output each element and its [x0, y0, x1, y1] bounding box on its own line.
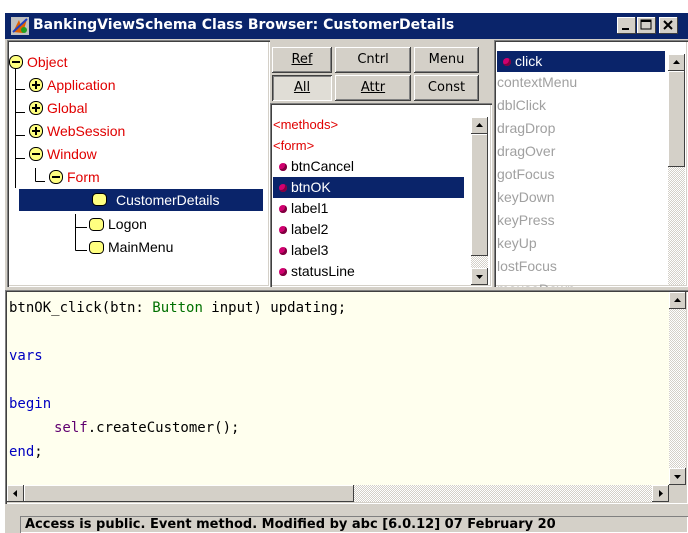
list-item[interactable]: <form> — [273, 135, 314, 156]
collapse-icon — [49, 170, 63, 184]
arrow-down-icon — [674, 475, 681, 479]
event-item[interactable]: dragOver — [497, 141, 555, 162]
scroll-up-button[interactable] — [471, 117, 488, 134]
ref-button[interactable]: Ref — [272, 47, 332, 73]
event-item[interactable]: keyPress — [497, 210, 555, 231]
arrow-up-icon — [476, 123, 483, 127]
method-icon — [503, 58, 511, 66]
method-icon — [279, 163, 287, 171]
collapse-icon — [29, 147, 43, 161]
title-bar[interactable]: BankingViewSchema Class Browser: Custome… — [5, 13, 688, 39]
arrow-right-icon — [659, 490, 663, 497]
event-item[interactable]: keyUp — [497, 233, 537, 254]
method-icon — [279, 247, 287, 255]
class-node-icon — [89, 218, 104, 231]
minimize-icon — [622, 28, 629, 30]
menu-button[interactable]: Menu — [414, 47, 479, 73]
member-list-scrollbar[interactable] — [471, 117, 488, 285]
scroll-left-button[interactable] — [7, 485, 24, 502]
event-item[interactable]: contextMenu — [497, 72, 577, 93]
scroll-up-button[interactable] — [668, 54, 685, 71]
event-item[interactable]: dblClick — [497, 95, 546, 116]
code-line-signature[interactable]: btnOK_click(btn: Button input) updating; — [9, 296, 346, 320]
const-button[interactable]: Const — [414, 75, 479, 101]
editor-horizontal-scrollbar[interactable] — [7, 485, 669, 502]
method-icon — [279, 184, 287, 192]
arrow-left-icon — [13, 490, 17, 497]
scroll-down-button[interactable] — [471, 268, 488, 285]
cntrl-button[interactable]: Cntrl — [335, 47, 411, 73]
list-item[interactable]: statusLine — [273, 261, 453, 282]
event-item[interactable]: lostFocus — [497, 256, 557, 277]
event-item[interactable]: keyDown — [497, 187, 555, 208]
arrow-up-icon — [674, 298, 681, 302]
class-tree[interactable]: Object Application Global WebSession Win… — [7, 40, 270, 287]
scroll-up-button[interactable] — [669, 292, 686, 309]
event-item[interactable]: gotFocus — [497, 164, 555, 185]
editor-vertical-scrollbar[interactable] — [669, 292, 686, 485]
code-line-call[interactable]: self.createCustomer(); — [54, 416, 239, 440]
arrow-up-icon — [673, 60, 680, 64]
collapse-icon — [9, 55, 23, 69]
expand-icon — [29, 101, 43, 115]
method-icon — [279, 226, 287, 234]
class-node-icon — [89, 241, 104, 254]
app-icon — [11, 17, 29, 35]
list-item[interactable]: btnCancel — [273, 156, 453, 177]
list-item[interactable]: label1 — [273, 198, 453, 219]
scroll-thumb[interactable] — [471, 134, 488, 256]
method-icon — [279, 205, 287, 213]
class-node-icon — [92, 193, 107, 206]
tree-node-customerdetails[interactable]: CustomerDetails — [19, 189, 263, 211]
list-item[interactable]: label2 — [273, 219, 453, 240]
code-line-end[interactable]: end; — [9, 440, 43, 464]
close-icon — [663, 20, 673, 30]
class-browser-window: BankingViewSchema Class Browser: Custome… — [5, 13, 688, 533]
scroll-thumb[interactable] — [668, 71, 685, 167]
event-list-scrollbar[interactable] — [668, 54, 685, 285]
scroll-thumb[interactable] — [24, 485, 354, 502]
method-editor[interactable]: btnOK_click(btn: Button input) updating;… — [5, 290, 688, 504]
event-item-selected[interactable]: click — [497, 51, 665, 72]
list-item[interactable]: <methods> — [273, 114, 338, 135]
scroll-down-button[interactable] — [669, 468, 686, 485]
expand-icon — [29, 78, 43, 92]
code-line-begin[interactable]: begin — [9, 392, 51, 416]
code-line-vars[interactable]: vars — [9, 344, 43, 368]
maximize-icon — [640, 19, 652, 30]
status-bar: Access is public. Event method. Modified… — [20, 516, 688, 533]
expand-icon — [29, 124, 43, 138]
event-list[interactable]: click contextMenu dblClick dragDrop drag… — [494, 40, 688, 287]
scrollbar-corner — [669, 485, 686, 502]
all-button[interactable]: All — [272, 75, 332, 101]
member-list[interactable]: <methods> <form> btnCancel btnOK label1 … — [270, 103, 492, 287]
minimize-button[interactable] — [617, 17, 636, 34]
arrow-down-icon — [476, 275, 483, 279]
list-item-selected[interactable]: btnOK — [273, 177, 464, 198]
method-icon — [279, 268, 287, 276]
attr-button[interactable]: Attr — [335, 75, 411, 101]
maximize-button[interactable] — [637, 17, 656, 34]
scroll-right-button[interactable] — [652, 485, 669, 502]
window-title: BankingViewSchema Class Browser: Custome… — [33, 17, 455, 33]
event-item[interactable]: dragDrop — [497, 118, 555, 139]
event-item[interactable]: mouseDown — [497, 279, 575, 287]
close-button[interactable] — [659, 17, 678, 34]
list-item[interactable]: label3 — [273, 240, 453, 261]
